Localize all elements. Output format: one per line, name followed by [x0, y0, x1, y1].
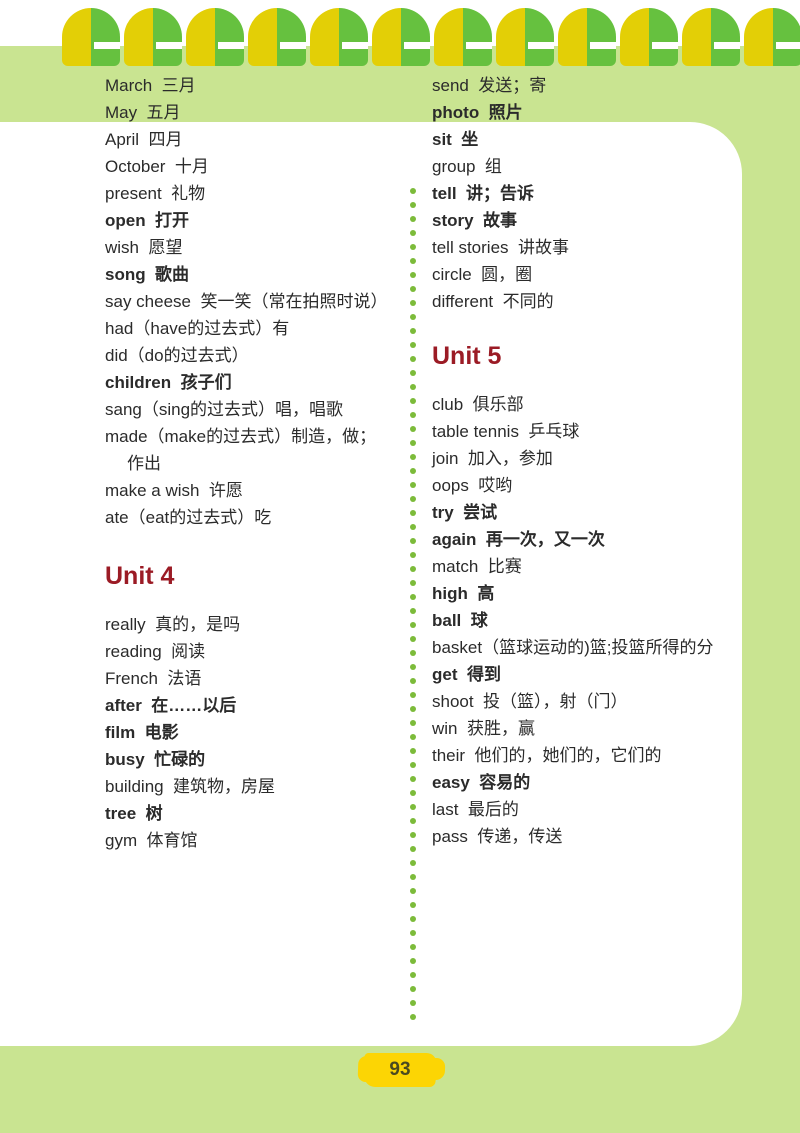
vocabulary-entry: join 加入，参加 [432, 449, 553, 468]
vocabulary-entry: send 发送；寄 [432, 76, 547, 95]
vocabulary-entry: say cheese 笑一笑（常在拍照时说） [105, 292, 388, 311]
vocabulary-entry: table tennis 乒乓球 [432, 422, 580, 441]
vocabulary-entry: oops 哎哟 [432, 476, 513, 495]
vocabulary-entry: tree 树 [105, 804, 163, 823]
unit-heading: Unit 5 [432, 342, 502, 370]
vocabulary-entry: did（do的过去式） [105, 346, 249, 365]
vocabulary-entry: really 真的，是吗 [105, 615, 241, 634]
vocabulary-entry: story 故事 [432, 211, 518, 230]
vocabulary-entry: children 孩子们 [105, 373, 232, 392]
vocabulary-entry: reading 阅读 [105, 642, 206, 661]
vocabulary-entry: circle 圆，圈 [432, 265, 533, 284]
vocabulary-entry: their 他们的，她们的，它们的 [432, 746, 662, 765]
vocabulary-entry: shoot 投（篮），射（门） [432, 692, 628, 711]
vocabulary-entry: pass 传递，传送 [432, 827, 563, 846]
vocabulary-entry: easy 容易的 [432, 773, 531, 792]
vocabulary-entry: busy 忙碌的 [105, 750, 206, 769]
vocabulary-entry: club 俱乐部 [432, 395, 524, 414]
vocabulary-entry: group 组 [432, 157, 502, 176]
page-number-badge: 93 [363, 1053, 437, 1087]
vocabulary-entry: different 不同的 [432, 292, 554, 311]
vocabulary-entry: tell 讲；告诉 [432, 184, 535, 203]
vocabulary-entry: get 得到 [432, 665, 501, 684]
vocabulary-entry: October 十月 [105, 157, 209, 176]
vocabulary-entry: sit 坐 [432, 130, 479, 149]
vocabulary-entry: match 比赛 [432, 557, 522, 576]
vocabulary-column-right: send 发送；寄 photo 照片 sit 坐 group 组 tell 讲；告诉 st… [432, 72, 742, 850]
vocabulary-entry: April 四月 [105, 130, 183, 149]
vocabulary-entry: made（make的过去式）制造，做； [105, 427, 377, 446]
vocabulary-columns: March 三月 May 五月 April 四月 October 十月 present … [0, 0, 800, 1133]
vocabulary-entry: had（have的过去式）有 [105, 319, 290, 338]
textbook-page: March 三月 May 五月 April 四月 October 十月 present … [0, 0, 800, 1133]
vocabulary-entry: song 歌曲 [105, 265, 190, 284]
vocabulary-entry: March 三月 [105, 76, 196, 95]
vocabulary-entry: ate（eat的过去式）吃 [105, 508, 272, 527]
page-number-label: 93 [389, 1059, 411, 1080]
vocabulary-entry: last 最后的 [432, 800, 519, 819]
vocabulary-entry: again 再一次，又一次 [432, 530, 605, 549]
vocabulary-entry: French 法语 [105, 669, 202, 688]
vocabulary-entry: May 五月 [105, 103, 181, 122]
vocabulary-entry: win 获胜，赢 [432, 719, 535, 738]
vocabulary-entry: high 高 [432, 584, 495, 603]
page-number-area: 93 [0, 1053, 800, 1087]
vocabulary-entry: photo 照片 [432, 103, 523, 122]
vocabulary-entry: after 在……以后 [105, 696, 237, 715]
vocabulary-entry: wish 愿望 [105, 238, 183, 257]
vocabulary-entry: present 礼物 [105, 184, 206, 203]
unit-heading: Unit 4 [105, 562, 175, 590]
vocabulary-column-left: March 三月 May 五月 April 四月 October 十月 present … [105, 72, 410, 854]
vocabulary-entry: building 建筑物，房屋 [105, 777, 276, 796]
vocabulary-entry: make a wish 许愿 [105, 481, 243, 500]
vocabulary-entry: tell stories 讲故事 [432, 238, 569, 257]
vocabulary-entry: basket（篮球运动的)篮;投篮所得的分 [432, 638, 714, 657]
vocabulary-entry: open 打开 [105, 211, 190, 230]
vocabulary-entry: gym 体育馆 [105, 831, 198, 850]
vocabulary-entry: film 电影 [105, 723, 179, 742]
vocabulary-entry: sang（sing的过去式）唱，唱歌 [105, 400, 344, 419]
vocabulary-entry: 作出 [127, 454, 161, 473]
vocabulary-entry: try 尝试 [432, 503, 498, 522]
vocabulary-entry: ball 球 [432, 611, 488, 630]
